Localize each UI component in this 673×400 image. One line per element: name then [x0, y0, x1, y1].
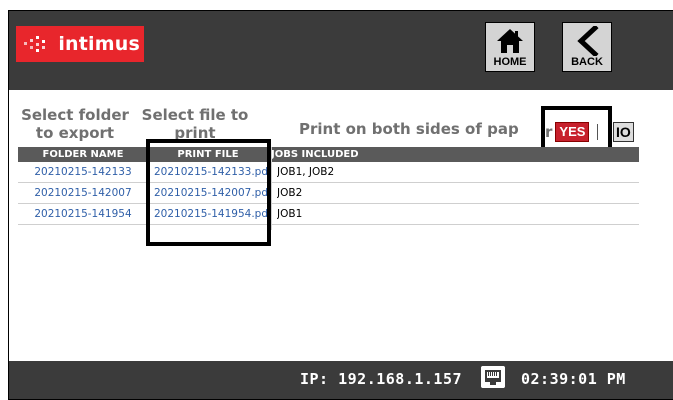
duplex-label-text: Print on both sides of pap — [299, 120, 519, 138]
table-row: 20210215-142133 20210215-142133.pd JOB1,… — [18, 162, 639, 183]
ethernet-icon — [481, 366, 505, 388]
table-header: FOLDER NAME PRINT FILE JOBS INCLUDED — [18, 147, 639, 162]
logo-dots-icon — [24, 36, 45, 52]
app-frame: intimus HOME BACK Select folder to expor… — [0, 0, 673, 400]
table-row: 20210215-141954 20210215-141954.pd JOB1 — [18, 204, 639, 225]
back-chevron-icon — [577, 26, 599, 56]
folder-link[interactable]: 20210215-141954 — [18, 204, 148, 224]
jobs-cell: JOB2 — [277, 187, 303, 199]
table-row: 20210215-142007 20210215-142007.pd JOB2 — [18, 183, 639, 204]
column-divider — [271, 147, 272, 230]
step-select-folder: Select folder to export — [21, 106, 129, 142]
home-button[interactable]: HOME — [485, 22, 535, 72]
home-icon — [497, 29, 523, 53]
col-header-folder: FOLDER NAME — [42, 149, 124, 160]
jobs-table: FOLDER NAME PRINT FILE JOBS INCLUDED 202… — [18, 147, 639, 225]
back-button[interactable]: BACK — [562, 22, 612, 72]
clock: 02:39:01 PM — [521, 370, 626, 388]
back-button-label: BACK — [571, 56, 603, 68]
col-header-jobs: JOBS INCLUDED — [271, 149, 359, 160]
jobs-cell: JOB1, JOB2 — [277, 166, 335, 178]
jobs-cell: JOB1 — [277, 208, 303, 220]
step-select-file: Select file to print — [141, 106, 249, 142]
duplex-label: Print on both sides of pap — [299, 120, 519, 138]
folder-link[interactable]: 20210215-142007 — [18, 183, 148, 203]
ip-address: IP: 192.168.1.157 — [300, 370, 463, 388]
logo-text: intimus — [58, 33, 140, 55]
folder-link[interactable]: 20210215-142133 — [18, 162, 148, 182]
home-button-label: HOME — [493, 56, 527, 68]
intimus-logo: intimus — [16, 26, 144, 62]
print-file-highlight-box — [146, 139, 271, 246]
duplex-no-option[interactable]: IO — [613, 122, 634, 142]
